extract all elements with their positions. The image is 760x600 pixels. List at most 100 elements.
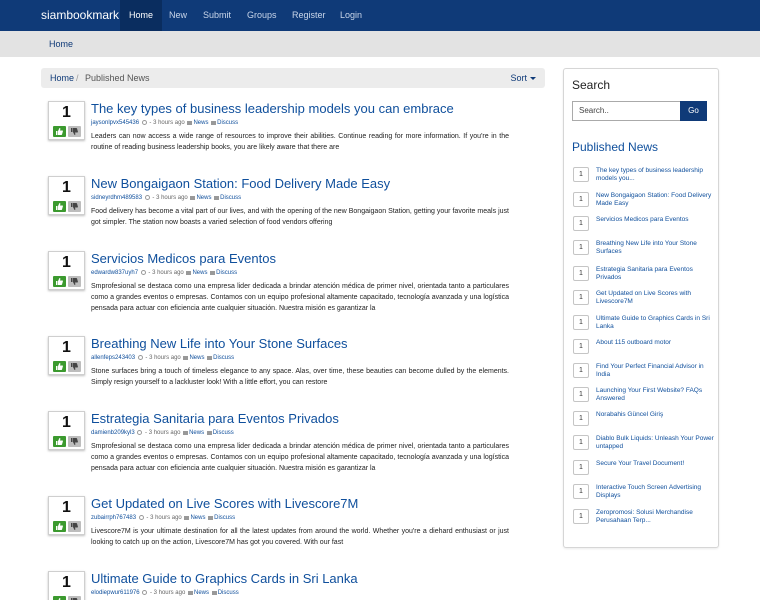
thumbs-down-icon[interactable] [68,521,81,532]
sidebar-news-link[interactable]: Interactive Touch Screen Advertising Dis… [596,484,714,500]
sidebar-vote-badge: 1 [573,509,589,524]
post-time: 3 hours ago [148,430,181,437]
thumbs-up-icon[interactable] [53,436,66,447]
post-author-link[interactable]: jaysonlpvx545436 [91,120,139,126]
brand-logo[interactable]: siambookmark [41,0,119,31]
sidebar-news-link[interactable]: Zeropromosi: Solusi Merchandise Perusaha… [596,509,714,525]
clock-icon [144,195,150,200]
comment-icon [208,515,214,520]
post-meta: damienb209kyl3 - 3 hours ago News Discus… [91,430,234,437]
post-title-link[interactable]: Breathing New Life into Your Stone Surfa… [91,336,348,351]
thumbs-down-icon[interactable] [68,361,81,372]
sidebar-news-link[interactable]: Servicios Medicos para Eventos [596,216,714,224]
post-title-link[interactable]: Ultimate Guide to Graphics Cards in Sri … [91,571,358,586]
search-go-button[interactable]: Go [680,101,707,121]
post-author-link[interactable]: allenfeps243403 [91,355,135,361]
post-category-link[interactable]: News [194,590,209,596]
nav-login[interactable]: Login [331,0,371,31]
sub-header: Home [0,31,760,57]
post-meta: elodiepwur611976 - 3 hours ago News Disc… [91,590,239,597]
sidebar-news-link[interactable]: About 115 outboard motor [596,339,714,347]
post-discuss-link[interactable]: Discuss [213,430,234,436]
sidebar-news-link[interactable]: New Bongaigaon Station: Food Delivery Ma… [596,192,714,208]
sidebar-news-link[interactable]: The key types of business leadership mod… [596,167,714,183]
sidebar-vote-badge: 1 [573,363,589,378]
post-category-link[interactable]: News [189,430,204,436]
post-title-link[interactable]: Servicios Medicos para Eventos [91,251,276,266]
post-description: Stone surfaces bring a touch of timeless… [91,368,509,386]
post-meta: allenfeps243403 - 3 hours ago News Discu… [91,355,235,362]
nav-home[interactable]: Home [120,0,163,31]
sidebar-news-link[interactable]: Secure Your Travel Document! [596,460,714,468]
clock-icon [138,515,144,520]
breadcrumb-home-link[interactable]: Home [50,68,74,88]
thumbs-up-icon[interactable] [53,521,66,532]
nav-register[interactable]: Register [283,0,335,31]
post-discuss-link[interactable]: Discuss [217,120,238,126]
sort-dropdown[interactable]: Sort [510,68,536,88]
post-discuss-link[interactable]: Discuss [213,355,234,361]
thumbs-down-icon[interactable] [68,596,81,600]
post-title-link[interactable]: Get Updated on Live Scores with Livescor… [91,496,358,511]
folder-icon [184,515,190,520]
comment-icon [214,195,220,200]
sidebar-news-link[interactable]: Launching Your First Website? FAQs Answe… [596,387,714,403]
post-discuss-link[interactable]: Discuss [218,590,239,596]
post-category-link[interactable]: News [189,355,204,361]
sidebar-news-link[interactable]: Norabahis Güncel Giriş [596,411,714,419]
post-category-link[interactable]: News [192,270,207,276]
search-input[interactable]: Search.. [572,101,680,121]
thumbs-up-icon[interactable] [53,126,66,137]
post-author-link[interactable]: damienb209kyl3 [91,430,135,436]
vote-box: 1 [48,251,85,290]
post-discuss-link[interactable]: Discuss [216,270,237,276]
post-author-link[interactable]: elodiepwur611976 [91,590,140,596]
folder-icon [183,355,189,360]
sidebar-news-link[interactable]: Find Your Perfect Financial Advisor in I… [596,363,714,379]
thumbs-down-icon[interactable] [68,436,81,447]
post-author-link[interactable]: zubairrph767483 [91,515,136,521]
sidebar-news-link[interactable]: Breathing New Life into Your Stone Surfa… [596,240,714,256]
vote-box: 1 [48,496,85,535]
thumbs-down-icon[interactable] [68,126,81,137]
post-author-link[interactable]: edwardw837uyh7 [91,270,138,276]
nav-new[interactable]: New [160,0,196,31]
folder-icon [187,120,193,125]
post-description: Leaders can now access a wide range of r… [91,133,509,151]
sidebar-news-link[interactable]: Ultimate Guide to Graphics Cards in Sri … [596,315,714,331]
vote-box: 1 [48,411,85,450]
sidebar-news-link[interactable]: Diablo Bulk Liquids: Unleash Your Power … [596,435,714,451]
nav-groups[interactable]: Groups [238,0,286,31]
post-title-link[interactable]: New Bongaigaon Station: Food Delivery Ma… [91,176,390,191]
post-time: 3 hours ago [149,355,181,362]
sidebar-vote-badge: 1 [573,290,589,305]
post-category-link[interactable]: News [196,195,211,201]
sidebar-news-link[interactable]: Estrategia Sanitaria para Eventos Privad… [596,266,714,282]
thumbs-up-icon[interactable] [53,201,66,212]
post-category-link[interactable]: News [193,120,208,126]
published-news-title[interactable]: Published News [572,140,658,154]
post-meta: zubairrph767483 - 3 hours ago News Discu… [91,515,236,522]
post-discuss-link[interactable]: Discuss [220,195,241,201]
vote-count: 1 [62,499,71,516]
vote-count: 1 [62,414,71,431]
sidebar: Search Search.. Go Published News 1 The k… [563,68,719,548]
post-title-link[interactable]: Estrategia Sanitaria para Eventos Privad… [91,411,339,426]
thumbs-up-icon[interactable] [53,596,66,600]
clock-icon [142,590,148,595]
thumbs-up-icon[interactable] [53,361,66,372]
post-title-link[interactable]: The key types of business leadership mod… [91,101,454,116]
sidebar-vote-badge: 1 [573,411,589,426]
post-discuss-link[interactable]: Discuss [214,515,235,521]
subheader-home-link[interactable]: Home [49,31,73,57]
thumbs-down-icon[interactable] [68,201,81,212]
thumbs-down-icon[interactable] [68,276,81,287]
post-author-link[interactable]: sidneyrdhm489583 [91,195,142,201]
post-meta: edwardw837uyh7 - 3 hours ago News Discus… [91,270,238,277]
thumbs-up-icon[interactable] [53,276,66,287]
top-navbar: siambookmark Home New Submit Groups Regi… [0,0,760,31]
nav-submit[interactable]: Submit [194,0,240,31]
sidebar-vote-badge: 1 [573,484,589,499]
post-category-link[interactable]: News [190,515,205,521]
sidebar-news-link[interactable]: Get Updated on Live Scores with Livescor… [596,290,714,306]
